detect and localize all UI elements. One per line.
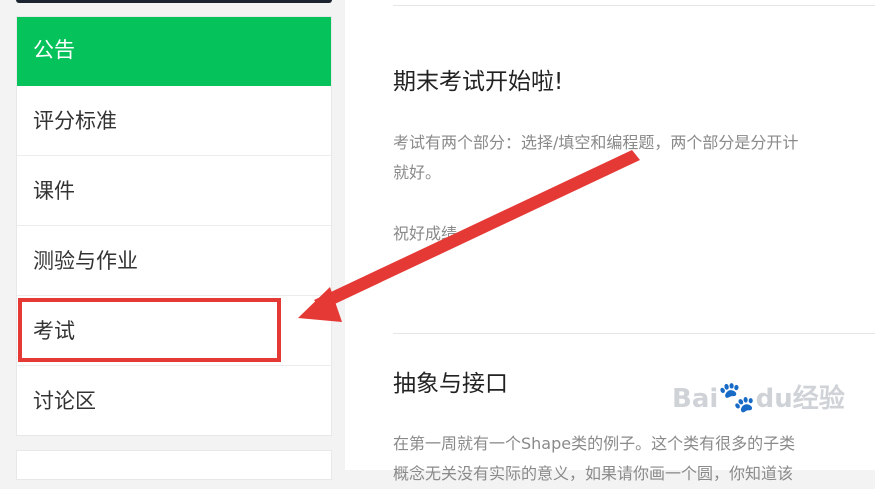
watermark-text: 经验 [792, 384, 845, 414]
baidu-jingyan-watermark: Bai🐾du经验 [672, 378, 845, 415]
paw-icon: 🐾 [718, 380, 756, 415]
watermark-text: du [755, 384, 793, 414]
watermark-text: Bai [672, 384, 719, 414]
arrow-shaft [314, 150, 640, 310]
